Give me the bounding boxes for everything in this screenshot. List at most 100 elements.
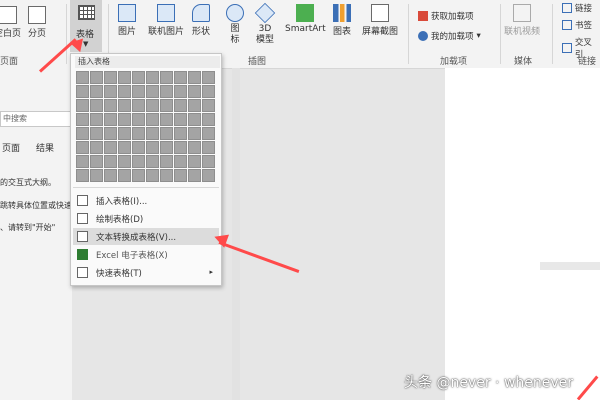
table-size-grid[interactable] bbox=[76, 71, 215, 182]
link-button[interactable]: 链接 bbox=[562, 2, 592, 14]
table-grid-cell[interactable] bbox=[76, 127, 89, 140]
table-grid-cell[interactable] bbox=[104, 141, 117, 154]
table-grid-cell[interactable] bbox=[90, 127, 103, 140]
table-grid-cell[interactable] bbox=[104, 99, 117, 112]
menu-item-excel-spreadsheet[interactable]: Excel 电子表格(X) bbox=[73, 246, 219, 263]
table-grid-cell[interactable] bbox=[132, 169, 145, 182]
table-grid-cell[interactable] bbox=[118, 141, 131, 154]
get-addins-button[interactable]: 获取加载项 bbox=[418, 10, 474, 22]
table-grid-cell[interactable] bbox=[202, 71, 215, 84]
table-grid-cell[interactable] bbox=[90, 99, 103, 112]
table-grid-cell[interactable] bbox=[90, 155, 103, 168]
table-grid-cell[interactable] bbox=[118, 127, 131, 140]
table-grid-cell[interactable] bbox=[132, 85, 145, 98]
menu-item-quick-tables[interactable]: 快速表格(T) ▸ bbox=[73, 264, 219, 281]
table-grid-cell[interactable] bbox=[118, 85, 131, 98]
table-grid-cell[interactable] bbox=[174, 85, 187, 98]
menu-item-convert-text-to-table[interactable]: 文本转换成表格(V)... bbox=[73, 228, 219, 245]
table-grid-cell[interactable] bbox=[160, 169, 173, 182]
table-grid-cell[interactable] bbox=[188, 71, 201, 84]
table-grid-cell[interactable] bbox=[202, 85, 215, 98]
table-grid-cell[interactable] bbox=[160, 113, 173, 126]
table-grid-cell[interactable] bbox=[188, 99, 201, 112]
table-grid-cell[interactable] bbox=[90, 85, 103, 98]
table-grid-cell[interactable] bbox=[174, 155, 187, 168]
table-grid-cell[interactable] bbox=[118, 169, 131, 182]
table-grid-cell[interactable] bbox=[146, 85, 159, 98]
my-addins-button[interactable]: 我的加载项 ▾ bbox=[418, 30, 481, 42]
table-grid-cell[interactable] bbox=[174, 127, 187, 140]
table-grid-cell[interactable] bbox=[132, 113, 145, 126]
table-grid-cell[interactable] bbox=[146, 141, 159, 154]
table-grid-cell[interactable] bbox=[146, 99, 159, 112]
table-grid-cell[interactable] bbox=[202, 155, 215, 168]
table-grid-cell[interactable] bbox=[188, 85, 201, 98]
table-grid-cell[interactable] bbox=[90, 169, 103, 182]
table-grid-cell[interactable] bbox=[76, 141, 89, 154]
table-grid-cell[interactable] bbox=[104, 127, 117, 140]
shapes-button[interactable]: 形状 bbox=[192, 4, 210, 37]
blank-page-button[interactable]: 空白页 bbox=[0, 6, 21, 39]
table-grid-cell[interactable] bbox=[188, 155, 201, 168]
search-input[interactable]: 中搜索 bbox=[0, 111, 72, 127]
table-grid-cell[interactable] bbox=[76, 85, 89, 98]
table-grid-cell[interactable] bbox=[146, 169, 159, 182]
table-grid-cell[interactable] bbox=[188, 141, 201, 154]
table-grid-cell[interactable] bbox=[146, 113, 159, 126]
tab-pages[interactable]: 页面 bbox=[2, 141, 20, 154]
table-grid-cell[interactable] bbox=[202, 169, 215, 182]
smartart-button[interactable]: SmartArt bbox=[285, 4, 326, 34]
table-grid-cell[interactable] bbox=[188, 169, 201, 182]
table-grid-cell[interactable] bbox=[202, 127, 215, 140]
table-grid-cell[interactable] bbox=[146, 127, 159, 140]
table-grid-cell[interactable] bbox=[90, 71, 103, 84]
table-grid-cell[interactable] bbox=[76, 99, 89, 112]
table-grid-cell[interactable] bbox=[90, 141, 103, 154]
table-grid-cell[interactable] bbox=[76, 155, 89, 168]
bookmark-button[interactable]: 书签 bbox=[562, 19, 592, 31]
page-break-button[interactable]: 分页 bbox=[28, 6, 46, 39]
online-video-button[interactable]: 联机视频 bbox=[504, 4, 540, 37]
table-grid-cell[interactable] bbox=[174, 71, 187, 84]
table-grid-cell[interactable] bbox=[76, 169, 89, 182]
table-grid-cell[interactable] bbox=[146, 155, 159, 168]
table-grid-cell[interactable] bbox=[76, 113, 89, 126]
menu-item-draw-table[interactable]: 绘制表格(D) bbox=[73, 210, 219, 227]
table-grid-cell[interactable] bbox=[118, 99, 131, 112]
table-grid-cell[interactable] bbox=[160, 141, 173, 154]
table-grid-cell[interactable] bbox=[104, 113, 117, 126]
table-grid-cell[interactable] bbox=[104, 85, 117, 98]
table-grid-cell[interactable] bbox=[160, 71, 173, 84]
table-grid-cell[interactable] bbox=[202, 99, 215, 112]
icons-button[interactable]: 图 标 bbox=[226, 4, 244, 46]
table-grid-cell[interactable] bbox=[104, 155, 117, 168]
table-grid-cell[interactable] bbox=[174, 99, 187, 112]
table-grid-cell[interactable] bbox=[160, 127, 173, 140]
table-grid-cell[interactable] bbox=[132, 141, 145, 154]
table-grid-cell[interactable] bbox=[188, 113, 201, 126]
3d-model-button[interactable]: 3D 模型 bbox=[254, 2, 276, 46]
table-grid-cell[interactable] bbox=[160, 85, 173, 98]
tab-results[interactable]: 结果 bbox=[36, 141, 54, 154]
table-grid-cell[interactable] bbox=[174, 141, 187, 154]
online-picture-button[interactable]: 联机图片 bbox=[148, 4, 184, 37]
picture-button[interactable]: 图片 bbox=[118, 4, 136, 37]
table-grid-cell[interactable] bbox=[76, 71, 89, 84]
table-grid-cell[interactable] bbox=[132, 127, 145, 140]
table-grid-cell[interactable] bbox=[174, 169, 187, 182]
table-grid-cell[interactable] bbox=[118, 113, 131, 126]
table-grid-cell[interactable] bbox=[90, 113, 103, 126]
menu-item-insert-table[interactable]: 插入表格(I)... bbox=[73, 192, 219, 209]
table-grid-cell[interactable] bbox=[188, 127, 201, 140]
screenshot-button[interactable]: 屏幕截图 bbox=[362, 4, 398, 37]
table-grid-cell[interactable] bbox=[160, 155, 173, 168]
table-grid-cell[interactable] bbox=[160, 99, 173, 112]
table-grid-cell[interactable] bbox=[174, 113, 187, 126]
table-grid-cell[interactable] bbox=[118, 155, 131, 168]
table-grid-cell[interactable] bbox=[202, 113, 215, 126]
table-grid-cell[interactable] bbox=[132, 71, 145, 84]
document-page[interactable] bbox=[445, 68, 600, 400]
table-grid-cell[interactable] bbox=[104, 71, 117, 84]
table-grid-cell[interactable] bbox=[132, 155, 145, 168]
table-grid-cell[interactable] bbox=[118, 71, 131, 84]
